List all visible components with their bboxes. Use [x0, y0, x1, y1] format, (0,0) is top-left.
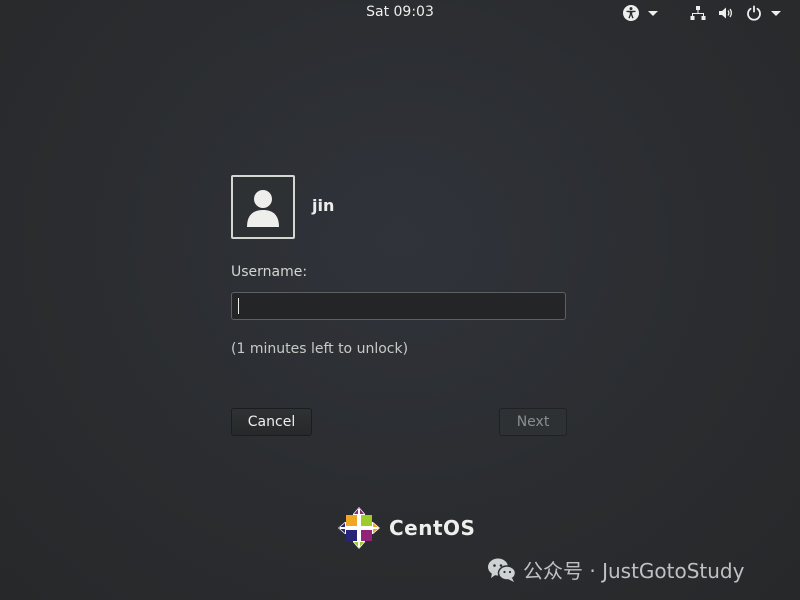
centos-logo: CentOS	[337, 506, 475, 550]
chevron-down-icon	[648, 10, 658, 16]
power-icon	[745, 4, 763, 22]
accessibility-menu[interactable]	[622, 3, 658, 23]
watermark-text: 公众号 · JustGotoStudy	[523, 559, 745, 583]
clock[interactable]: Sat 09:03	[0, 4, 800, 20]
system-menu[interactable]	[689, 3, 781, 23]
username-input[interactable]	[231, 292, 566, 320]
user-name: jin	[312, 196, 335, 215]
volume-icon	[717, 4, 735, 22]
lock-message: (1 minutes left to unlock)	[231, 341, 409, 357]
wechat-icon	[488, 558, 517, 582]
chevron-down-icon	[771, 10, 781, 16]
user-icon	[247, 190, 279, 227]
text-cursor	[238, 298, 239, 314]
centos-logo-icon	[338, 507, 380, 549]
cancel-button[interactable]: Cancel	[231, 408, 312, 436]
next-button[interactable]: Next	[499, 408, 567, 436]
network-icon	[689, 4, 707, 22]
top-bar: Sat 09:03	[0, 0, 800, 26]
accessibility-icon	[622, 4, 640, 22]
user-avatar	[231, 175, 295, 239]
watermark: 公众号 · JustGotoStudy	[487, 555, 744, 584]
centos-logo-text: CentOS	[389, 516, 476, 540]
username-label: Username:	[231, 264, 308, 280]
